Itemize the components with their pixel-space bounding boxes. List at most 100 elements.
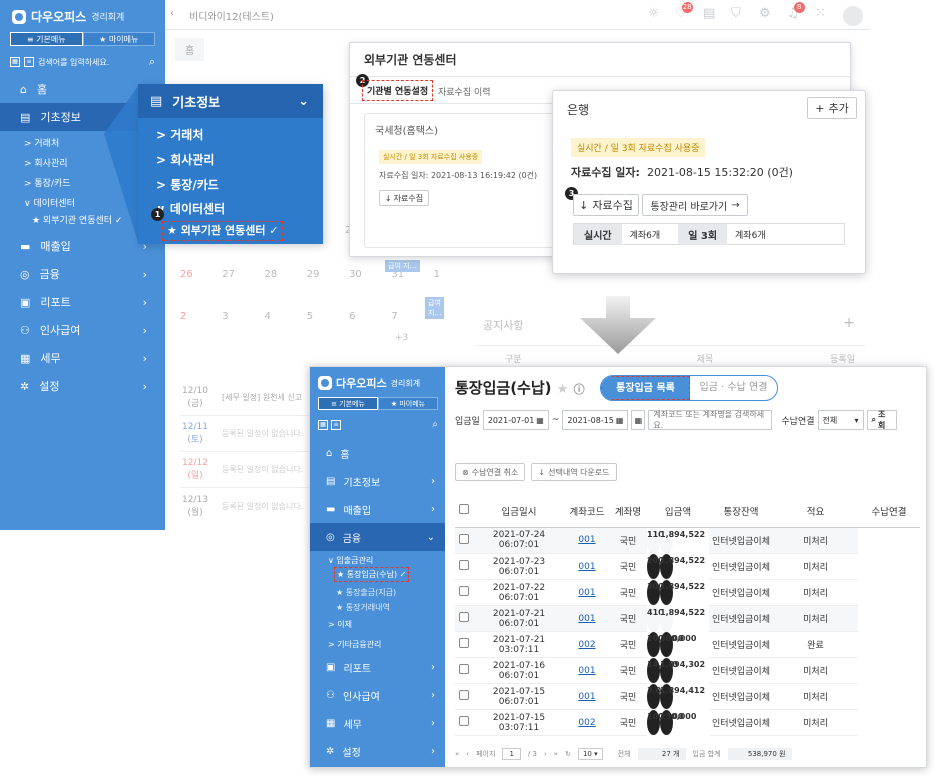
toggle-deposit-link[interactable]: 입금 · 수납 연결 — [690, 376, 777, 400]
calendar-icon[interactable]: ▦ — [536, 416, 544, 425]
search-icon[interactable]: ⌕ — [432, 419, 438, 430]
apps-icon[interactable]: ⁙ — [815, 6, 826, 21]
table-row[interactable]: 2021-07-21 06:07:01 001 국민 4101,894,522인터넷입… — [455, 605, 920, 632]
column-header[interactable]: 수납연결 — [858, 495, 920, 528]
prev-page-icon[interactable]: ‹ — [466, 750, 469, 758]
calendar-day[interactable]: 29 — [307, 269, 320, 311]
page-input[interactable]: 1 — [502, 748, 521, 760]
search-icon[interactable]: ⌕ — [149, 55, 155, 69]
last-page-icon[interactable]: » — [554, 750, 558, 758]
settings-icon[interactable]: ⚙ — [759, 6, 771, 21]
sidebar-item-settings[interactable]: ✲ 설정 › — [310, 737, 445, 765]
calendar-icon[interactable]: ▦ — [616, 416, 624, 425]
sidebar-sub-bank-deposit[interactable]: ★ 통장입금(수납) ✓ — [334, 567, 410, 582]
link-status-select[interactable]: 전체 ▾ — [817, 410, 864, 430]
dropdown-item-datacenter[interactable]: ∨ 데이터센터 — [156, 200, 225, 217]
star-icon[interactable]: ★ — [557, 382, 569, 397]
page-size-select[interactable]: 10 ▾ — [577, 748, 603, 760]
table-row[interactable]: 2021-07-21 03:07:11 002 국민100,000300,000 인터… — [455, 631, 920, 658]
sidebar-item-hr[interactable]: ⚇ 인사급여 › — [0, 316, 165, 344]
toggle-deposit-list[interactable]: 통장입금 목록 — [601, 376, 690, 400]
date-to-input[interactable]: 2021-08-15 ▦ — [562, 410, 629, 430]
company-name[interactable]: 비디와이12(테스트) — [189, 8, 274, 23]
cell-account-code-link[interactable]: 002 — [578, 718, 595, 728]
shield-icon[interactable]: ⛉ — [731, 6, 741, 21]
sidebar-search[interactable]: ▦ ≡ 검색어를 입력하세요. ⌕ — [10, 54, 155, 70]
refresh-icon[interactable]: ↻ — [565, 750, 571, 758]
add-button[interactable]: + 추가 — [807, 97, 857, 119]
calendar-day[interactable]: 27 — [222, 269, 235, 311]
column-header[interactable]: 계좌코드 — [565, 495, 609, 528]
cancel-link-button[interactable]: ⊗ 수납연결 취소 — [455, 463, 526, 481]
row-checkbox[interactable] — [459, 638, 469, 648]
row-checkbox[interactable] — [459, 612, 469, 622]
table-row[interactable]: 2021-07-23 06:07:01 001 국민 2001,894,522인터넷입… — [455, 553, 920, 580]
external-center-menu-item[interactable]: ★ 외부기관 연동센터 ✓ — [162, 221, 283, 241]
calendar-event-chip[interactable]: 급여 지… — [385, 260, 420, 272]
dropdown-item-company[interactable]: > 회사관리 — [156, 151, 214, 168]
list-view-icon[interactable]: ≡ — [331, 419, 341, 430]
calendar-icon[interactable]: ▤ — [703, 6, 715, 21]
dropdown-item-bank[interactable]: > 통장/카드 — [156, 176, 219, 193]
tab-basic-menu[interactable]: ≡ 기본메뉴 — [10, 32, 83, 46]
sidebar-sub-datacenter[interactable]: ∨ 데이터센터 — [24, 196, 75, 209]
table-row[interactable]: 2021-07-16 06:07:01 001 국민14,0001,894,302인… — [455, 657, 920, 684]
goto-bank-button[interactable]: 통장관리 바로가기 → — [642, 194, 748, 216]
calendar-more[interactable]: +3 — [395, 333, 408, 343]
bank-collect-button[interactable]: ↓ 자료수집 — [573, 194, 639, 216]
calendar-day[interactable]: 28 — [265, 269, 278, 311]
tab-basic-menu[interactable]: ≡ 기본메뉴 — [318, 397, 378, 410]
dropdown-header[interactable]: ▤ 기초정보 ⌄ — [138, 84, 323, 118]
column-header[interactable]: 입금액 — [647, 495, 709, 528]
tab-my-menu[interactable]: ★ 마이메뉴 — [378, 397, 438, 410]
cell-account-code-link[interactable]: 001 — [578, 666, 595, 676]
row-checkbox[interactable] — [459, 560, 469, 570]
calendar-day[interactable]: 3 — [222, 311, 228, 341]
sidebar-item-finance[interactable]: ◎ 금융 ⌄ — [310, 523, 445, 551]
sidebar-search[interactable]: ▦ ≡ ⌕ — [318, 419, 438, 430]
calendar-event-chip[interactable]: 급여 지… — [425, 297, 445, 319]
sidebar-item-tax[interactable]: ▦ 세무 › — [0, 344, 165, 372]
sidebar-sub-bank-withdraw[interactable]: ★ 통장출금(지급) — [336, 587, 396, 598]
cell-account-code-link[interactable]: 001 — [578, 614, 595, 624]
sidebar-item-report[interactable]: ▣ 리포트 › — [0, 288, 165, 316]
column-header[interactable]: 적요 — [773, 495, 858, 528]
row-checkbox[interactable] — [459, 586, 469, 596]
search-button[interactable]: ⌕ 조회 — [866, 410, 897, 430]
sidebar-sub-partners[interactable]: > 거래처 — [24, 136, 59, 149]
sidebar-sub-other-finance[interactable]: > 기타금융관리 — [328, 639, 381, 650]
sun-icon[interactable]: ☼ — [648, 6, 660, 21]
dropdown-item-partners[interactable]: > 거래처 — [156, 126, 203, 143]
first-page-icon[interactable]: « — [455, 750, 459, 758]
sidebar-item-sales[interactable]: ▬ 매출입 › — [310, 495, 445, 523]
table-row[interactable]: 2021-07-15 03:07:11 002 국민100,000250,000 인터… — [455, 709, 920, 736]
calendar-day[interactable]: 2 — [180, 311, 186, 341]
sidebar-item-hr[interactable]: ⚇ 인사급여 › — [310, 681, 445, 709]
column-header[interactable]: 계좌명 — [609, 495, 647, 528]
list-view-icon[interactable]: ≡ — [24, 57, 34, 67]
calendar-picker-icon[interactable]: ▦ — [631, 410, 646, 430]
cell-account-code-link[interactable]: 001 — [578, 692, 595, 702]
download-selected-button[interactable]: ↓ 선택내역 다운로드 — [531, 463, 617, 481]
sidebar-sub-deposit-withdraw[interactable]: ∨ 입출금관리 — [328, 555, 373, 566]
column-header[interactable]: 통장잔액 — [709, 495, 773, 528]
tab-institution-settings[interactable]: 기관별 연동설정 — [362, 80, 434, 101]
row-checkbox[interactable] — [459, 690, 469, 700]
sidebar-item-tax[interactable]: ▦ 세무 › — [310, 709, 445, 737]
account-search-input[interactable]: 계좌코드 또는 계좌명을 검색하세요. — [648, 410, 773, 430]
cell-account-code-link[interactable]: 002 — [578, 640, 595, 650]
tab-collection-history[interactable]: 자료수집 이력 — [438, 85, 491, 98]
table-row[interactable]: 2021-07-24 06:07:01 001 국민 1101,894,522인터넷입… — [455, 527, 920, 554]
table-row[interactable]: 2021-07-22 06:07:01 001 국민 3001,894,522인터넷입… — [455, 579, 920, 606]
sidebar-sub-bank[interactable]: > 통장/카드 — [24, 176, 71, 189]
row-checkbox[interactable] — [459, 533, 469, 544]
row-checkbox[interactable] — [459, 664, 469, 674]
sidebar-sub-bank-history[interactable]: ★ 통장거래내역 — [336, 602, 390, 613]
grid-icon[interactable]: ▦ — [10, 57, 20, 67]
chevron-left-icon[interactable]: ‹ — [170, 8, 174, 19]
avatar[interactable] — [843, 6, 863, 26]
select-all-checkbox[interactable] — [459, 504, 469, 515]
sidebar-item-settings[interactable]: ✲ 설정 › — [0, 372, 165, 400]
next-page-icon[interactable]: › — [544, 750, 547, 758]
info-icon[interactable]: ⓘ — [574, 383, 585, 396]
